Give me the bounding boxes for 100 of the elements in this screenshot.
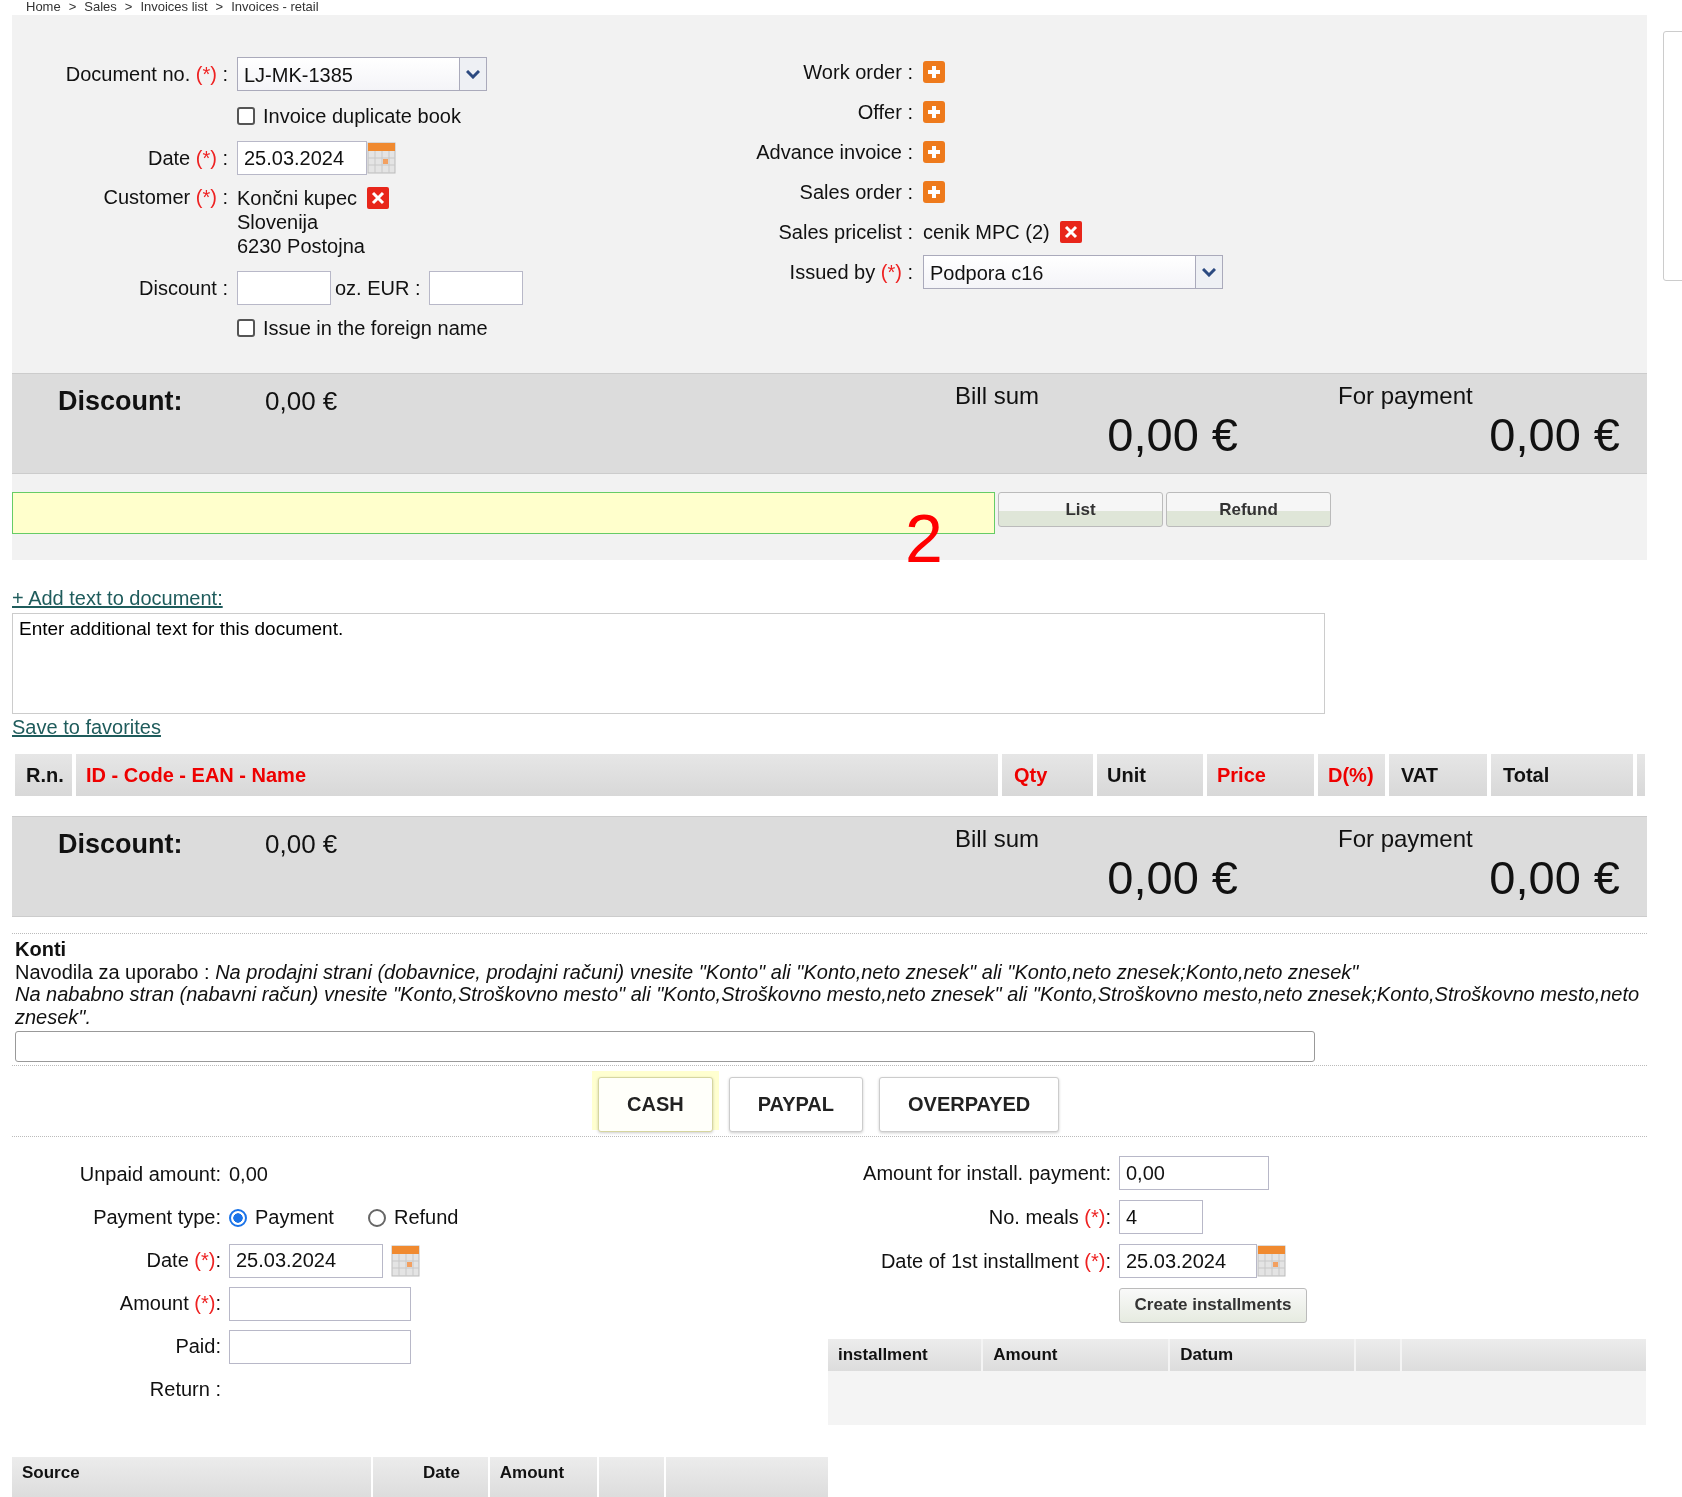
field-label: Amount for install. payment: (862, 1161, 1111, 1185)
discount-label: Discount: (58, 385, 184, 418)
calendar-icon[interactable] (391, 1243, 420, 1278)
column-header: Amount (489, 1457, 597, 1497)
radio-button[interactable] (229, 1208, 247, 1227)
toolbar-button[interactable]: List (998, 492, 1163, 527)
column-header (1637, 754, 1645, 796)
for-payment-label: For payment (1338, 382, 1474, 410)
field-label: Sales pricelist : (777, 220, 913, 244)
checkbox-label: Issue in the foreign name (263, 316, 488, 340)
radio-label: Refund (393, 1206, 459, 1229)
breadcrumb-link[interactable]: Invoices - retail (231, 0, 319, 15)
column-header: Date (373, 1457, 488, 1497)
field-label: Work order : (802, 60, 913, 84)
save-favorites-link[interactable]: Save to favorites (12, 716, 161, 738)
breadcrumb-separator: > (124, 0, 133, 15)
konti-field[interactable] (15, 1031, 1315, 1062)
instructions-text: Navodila za uporabo : Na prodajni strani (dobavnice, prodajni računi) vnesite "Konto" ali "Konto,neto znesek" ali "Konto,neto znesek;Konto,neto znesek" (15, 960, 1360, 983)
breadcrumb-separator: > (68, 0, 77, 15)
for-payment-value: 0,00 € (1488, 853, 1620, 903)
discount-value: 0,00 € (265, 828, 339, 861)
remove-icon[interactable] (1059, 221, 1082, 243)
column-header: Price (1207, 754, 1314, 796)
discount-label: Discount: (58, 828, 184, 861)
field-label: Discount : (138, 276, 228, 300)
radio-button[interactable] (367, 1208, 386, 1227)
remove-icon[interactable] (367, 187, 390, 209)
breadcrumb-link[interactable]: Invoices list (140, 0, 208, 15)
column-header: Amount (983, 1339, 1169, 1371)
field-label: Customer (*) : (102, 186, 228, 209)
field-label: No. meals (*): (987, 1205, 1111, 1229)
field-label: Amount (*): (118, 1292, 221, 1315)
amount-field[interactable] (229, 1286, 411, 1321)
field-label: Offer : (856, 100, 913, 124)
field-label: Paid: (174, 1335, 221, 1358)
section-title: Konti (15, 938, 68, 961)
payment-method-button[interactable]: PAYPAL (728, 1077, 863, 1132)
field-label: Issued by (*) : (788, 260, 913, 284)
field-label: Payment type: (92, 1206, 221, 1229)
bill-sum-label: Bill sum (955, 825, 1040, 853)
customer-name: Končni kupec (237, 186, 358, 210)
add-icon[interactable] (923, 61, 945, 83)
discount-eur-field[interactable] (428, 271, 523, 305)
checkbox[interactable] (237, 107, 255, 125)
date-field[interactable]: 25.03.2024 (229, 1243, 383, 1278)
payment-method-button[interactable]: CASH (598, 1077, 713, 1132)
column-header: Qty (1002, 754, 1093, 796)
column-header: installment (828, 1339, 982, 1371)
pricelist-name: cenik MPC (2) (923, 220, 1050, 244)
payment-method-button[interactable]: OVERPAYED (879, 1077, 1060, 1132)
field-label: Date (*) : (146, 146, 228, 170)
discount-value: 0,00 € (265, 385, 339, 418)
date-field[interactable]: 25.03.2024 (237, 141, 367, 175)
column-header: VAT (1389, 754, 1487, 796)
caret-icon (466, 69, 480, 79)
caret-icon (1202, 267, 1216, 277)
add-icon[interactable] (923, 101, 945, 123)
checkbox-label: Invoice duplicate book (263, 104, 461, 128)
column-header: R.n. (15, 754, 72, 796)
calendar-icon[interactable] (367, 141, 396, 175)
customer-address-line: 6230 Postojna (237, 234, 366, 258)
meals-field[interactable]: 4 (1119, 1200, 1203, 1234)
column-header: ID - Code - EAN - Name (76, 754, 998, 796)
add-text-link[interactable]: + Add text to document: (12, 587, 223, 609)
document-text-area[interactable]: Enter additional text for this document. (12, 613, 1325, 714)
instructions-text: Na nababno stran (nabavni račun) vnesite "Konto,Stroškovno mesto" ali "Konto,Stroškovno mesto,neto znesek" ali "Konto,Stroškovno mesto,neto znesek;Konto,Stroškovno mesto,neto znesek". (15, 983, 1641, 1028)
field-label: Return : (148, 1378, 221, 1401)
paid-field[interactable] (229, 1329, 411, 1364)
column-header: Unit (1097, 754, 1203, 796)
field-label: Document no. (*) : (64, 62, 228, 86)
breadcrumb-link[interactable]: Sales (84, 0, 117, 15)
breadcrumb-separator: > (215, 0, 224, 15)
issued-by-select[interactable]: Podpora c16 (923, 255, 1223, 289)
calendar-icon[interactable] (1257, 1244, 1286, 1278)
bill-sum-label: Bill sum (955, 382, 1040, 410)
document-number-select[interactable]: LJ-MK-1385 (237, 57, 487, 91)
radio-label: Payment (255, 1206, 334, 1229)
date-field[interactable]: 25.03.2024 (1119, 1244, 1257, 1278)
breadcrumb-link[interactable]: Home (26, 0, 61, 15)
bill-sum-value: 0,00 € (1106, 853, 1238, 903)
toolbar-button[interactable]: Refund (1166, 492, 1331, 527)
create-installments-button[interactable]: Create installments (1119, 1287, 1307, 1323)
for-payment-label: For payment (1338, 825, 1474, 853)
add-icon[interactable] (923, 141, 945, 163)
add-icon[interactable] (923, 181, 945, 203)
column-header: Datum (1170, 1339, 1355, 1371)
bill-sum-value: 0,00 € (1106, 410, 1238, 460)
field-label: oz. EUR : (335, 276, 421, 300)
customer-address-line: Slovenija (237, 210, 320, 234)
field-label: Date (*): (145, 1249, 221, 1272)
column-header: Total (1491, 754, 1633, 796)
discount-field[interactable] (237, 271, 331, 305)
column-header: Source (12, 1457, 372, 1497)
checkbox[interactable] (237, 319, 255, 337)
installment-amount-field[interactable]: 0,00 (1119, 1156, 1269, 1190)
field-label: Date of 1st installment (*): (879, 1249, 1111, 1273)
for-payment-value: 0,00 € (1488, 410, 1620, 460)
unpaid-amount-value: 0,00 (229, 1163, 268, 1186)
column-header: D(%) (1318, 754, 1385, 796)
field-label: Sales order : (798, 180, 913, 204)
